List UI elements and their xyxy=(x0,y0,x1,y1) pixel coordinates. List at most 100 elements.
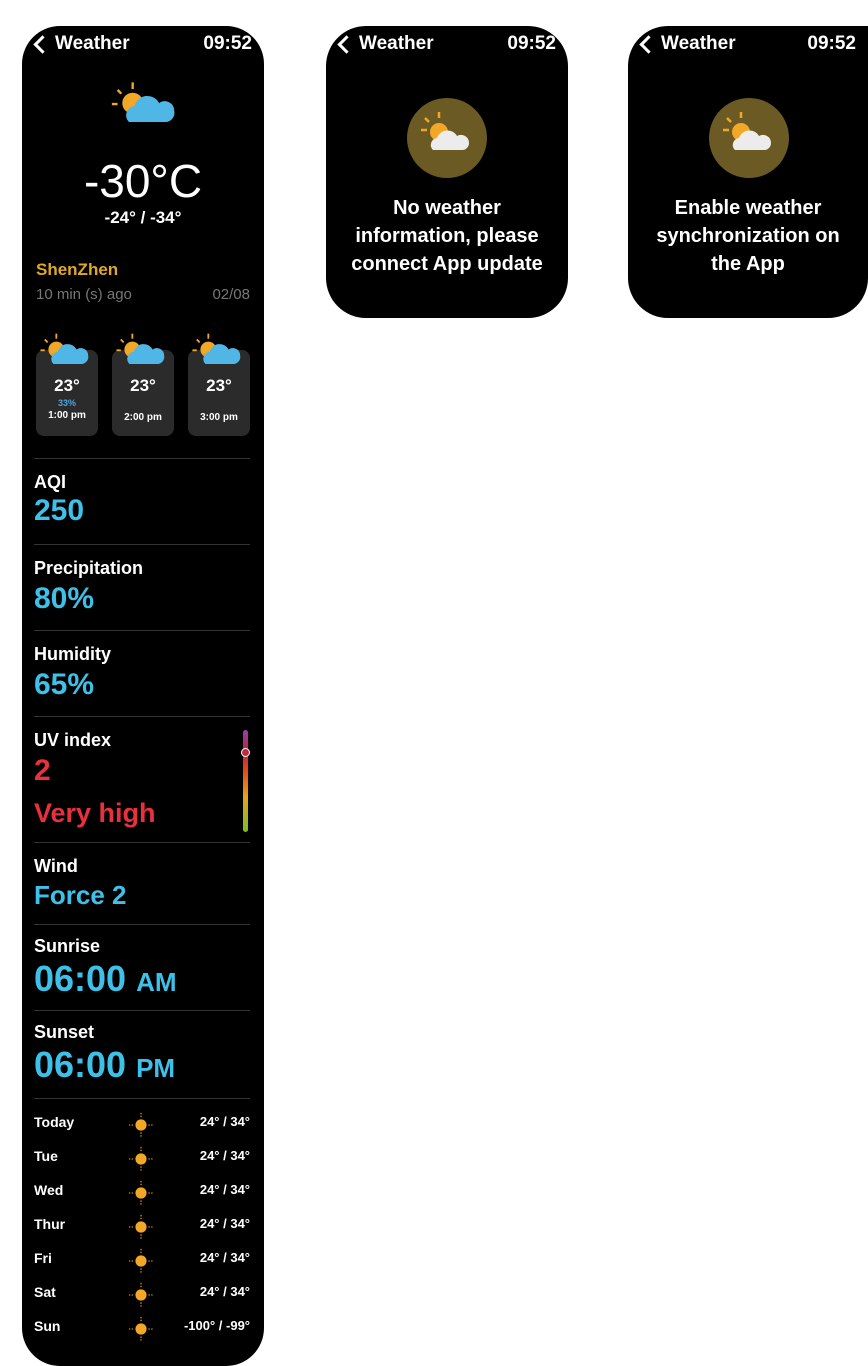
day-temperature-range: -100° / -99° xyxy=(183,1318,250,1333)
divider xyxy=(34,842,250,843)
day-name: Tue xyxy=(34,1148,58,1164)
sun-icon xyxy=(128,1316,154,1342)
enable-sync-message: Enable weather synchronization on the Ap… xyxy=(628,194,868,278)
divider xyxy=(34,630,250,631)
sunrise-label: Sunrise xyxy=(34,936,101,956)
aqi-value: 250 xyxy=(34,494,85,527)
weather-placeholder-icon xyxy=(405,96,489,180)
uv-index-label: UV index xyxy=(34,730,112,750)
screen-title: Weather xyxy=(359,33,434,54)
status-bar: Weather 09:52 xyxy=(32,30,252,58)
day-name: Today xyxy=(34,1114,75,1130)
day-name: Sun xyxy=(34,1318,61,1334)
clock: 09:52 xyxy=(507,33,556,54)
daily-forecast-row[interactable]: Sun -100° / -99° xyxy=(34,1318,250,1340)
daily-forecast-row[interactable]: Sat 24° / 34° xyxy=(34,1284,250,1306)
back-button[interactable]: Weather xyxy=(336,33,434,55)
hourly-time: 3:00 pm xyxy=(200,412,238,423)
daily-forecast-row[interactable]: Wed 24° / 34° xyxy=(34,1182,250,1204)
status-bar: Weather 09:52 xyxy=(638,30,856,58)
humidity-label: Humidity xyxy=(34,644,112,664)
clock: 09:52 xyxy=(203,33,252,54)
divider xyxy=(34,716,250,717)
wind-value: Force 2 xyxy=(34,880,127,910)
no-weather-message: No weather information, please connect A… xyxy=(326,194,568,278)
sunset-time: 06:00 xyxy=(34,1044,127,1085)
screen-title: Weather xyxy=(55,33,130,54)
day-temperature-range: 24° / 34° xyxy=(199,1182,250,1197)
partly-cloudy-icon xyxy=(115,332,167,370)
current-temperature: -30°C xyxy=(83,155,203,207)
day-name: Fri xyxy=(34,1250,52,1266)
partly-cloudy-icon xyxy=(191,332,243,370)
aqi-label: AQI xyxy=(34,472,67,492)
weather-detail-screen[interactable]: Weather 09:52 -30°C -24° / -34° ShenZhen… xyxy=(22,26,264,1366)
enable-sync-screen: Weather 09:52 Enable weather synchroniza… xyxy=(628,26,868,318)
sunrise-time: 06:00 xyxy=(34,958,127,999)
hourly-temperature: 23° xyxy=(130,376,156,395)
date: 02/08 xyxy=(212,286,250,303)
sun-icon xyxy=(128,1214,154,1240)
sun-icon xyxy=(128,1248,154,1274)
divider xyxy=(34,544,250,545)
weather-placeholder-icon xyxy=(707,96,791,180)
sun-icon xyxy=(128,1112,154,1138)
uv-scale-bar xyxy=(243,730,248,832)
city-name: ShenZhen xyxy=(36,260,119,279)
chevron-left-icon xyxy=(33,34,52,54)
uv-level: Very high xyxy=(34,798,156,828)
daily-forecast-row[interactable]: Fri 24° / 34° xyxy=(34,1250,250,1272)
message-line: connect App update xyxy=(351,253,543,275)
day-temperature-range: 24° / 34° xyxy=(199,1284,250,1299)
hourly-time: 2:00 pm xyxy=(124,412,162,423)
divider xyxy=(34,458,250,459)
daily-forecast-row[interactable]: Today 24° / 34° xyxy=(34,1114,250,1136)
chevron-left-icon xyxy=(337,34,356,54)
day-name: Wed xyxy=(34,1182,64,1198)
uv-index-value: 2 xyxy=(34,754,51,787)
status-bar: Weather 09:52 xyxy=(336,30,556,58)
divider xyxy=(34,924,250,925)
wind-label: Wind xyxy=(34,856,78,876)
chevron-left-icon xyxy=(639,34,658,54)
message-line: Enable weather xyxy=(674,197,822,219)
message-line: synchronization on xyxy=(656,225,840,247)
sunset-label: Sunset xyxy=(34,1022,95,1042)
partly-cloudy-icon xyxy=(110,80,178,130)
sun-icon xyxy=(128,1282,154,1308)
temperature-range: -24° / -34° xyxy=(104,208,182,227)
partly-cloudy-icon xyxy=(39,332,91,370)
divider xyxy=(34,1010,250,1011)
precipitation-value: 80% xyxy=(34,582,95,615)
uv-scale-indicator xyxy=(241,748,250,757)
day-temperature-range: 24° / 34° xyxy=(199,1250,250,1265)
daily-forecast-row[interactable]: Tue 24° / 34° xyxy=(34,1148,250,1170)
back-button[interactable]: Weather xyxy=(638,33,736,55)
message-line: the App xyxy=(711,253,785,275)
no-weather-screen: Weather 09:52 No weather information, pl… xyxy=(326,26,568,318)
day-name: Thur xyxy=(34,1216,66,1232)
sun-icon xyxy=(128,1180,154,1206)
message-line: No weather xyxy=(393,197,501,219)
message-line: information, please xyxy=(355,225,539,247)
day-temperature-range: 24° / 34° xyxy=(199,1148,250,1163)
last-updated: 10 min (s) ago xyxy=(36,286,132,303)
day-name: Sat xyxy=(34,1284,56,1300)
hourly-temperature: 23° xyxy=(54,376,80,395)
day-temperature-range: 24° / 34° xyxy=(199,1216,250,1231)
divider xyxy=(34,1098,250,1099)
clock: 09:52 xyxy=(807,33,856,54)
screen-title: Weather xyxy=(661,33,736,54)
precipitation-label: Precipitation xyxy=(34,558,144,578)
daily-forecast-row[interactable]: Thur 24° / 34° xyxy=(34,1216,250,1238)
back-button[interactable]: Weather xyxy=(32,33,130,55)
sunrise-ampm: AM xyxy=(136,967,177,997)
sun-icon xyxy=(128,1146,154,1172)
humidity-value: 65% xyxy=(34,668,95,701)
day-temperature-range: 24° / 34° xyxy=(199,1114,250,1129)
hourly-temperature: 23° xyxy=(206,376,232,395)
hourly-time: 1:00 pm xyxy=(48,410,86,421)
sunset-value: 06:00 PM xyxy=(34,1044,175,1086)
sunrise-value: 06:00 AM xyxy=(34,958,177,1000)
sunset-ampm: PM xyxy=(136,1053,176,1083)
